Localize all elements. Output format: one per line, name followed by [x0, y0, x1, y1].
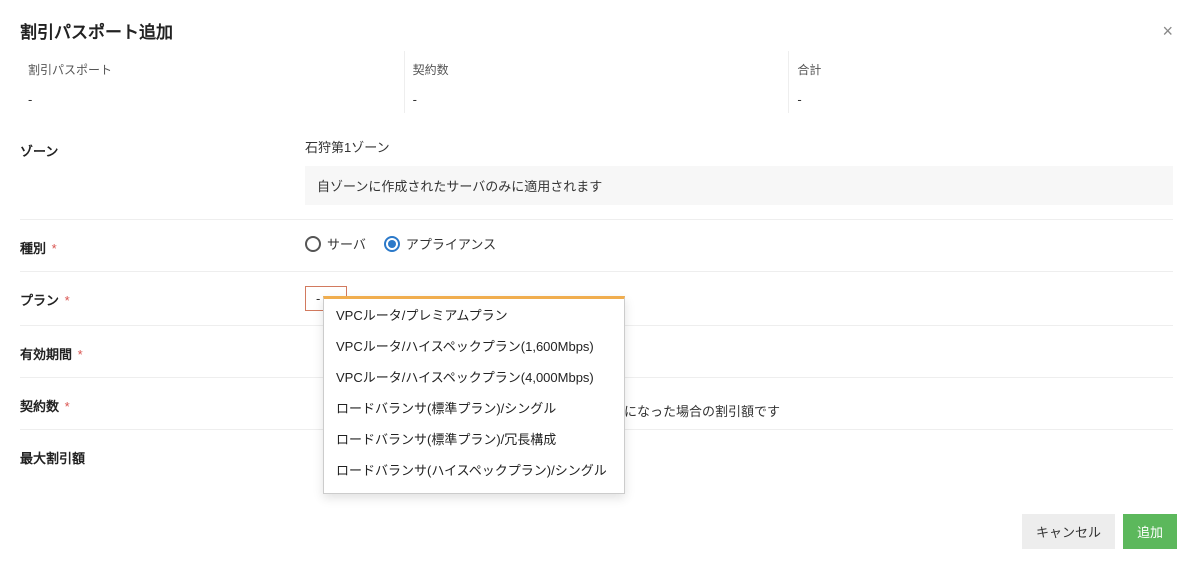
modal-header: 割引パスポート追加 ×: [0, 0, 1193, 51]
label-zone: ゾーン: [20, 137, 305, 160]
summary-col-total: 合計 -: [789, 51, 1173, 113]
plan-option[interactable]: VPCルータ/ハイスペックプラン(4,000Mbps): [324, 361, 624, 392]
plan-option[interactable]: VPCルータ/プレミアムプラン: [324, 299, 624, 330]
plan-option[interactable]: ロードバランサ(標準プラン)/冗長構成: [324, 423, 624, 454]
radio-group-kind: サーバ アプライアンス: [305, 234, 1173, 253]
plan-option[interactable]: ロードバランサ(ハイスペックプラン)/シングル: [324, 454, 624, 485]
plan-option[interactable]: ロードバランサ(標準プラン)/シングル: [324, 392, 624, 423]
zone-note: 自ゾーンに作成されたサーバのみに適用されます: [305, 166, 1173, 205]
plan-dropdown[interactable]: VPCルータ/プレミアムプラン VPCルータ/ハイスペックプラン(1,600Mb…: [323, 296, 625, 494]
label-text: 最大割引額: [20, 451, 85, 466]
radio-server[interactable]: サーバ: [305, 234, 366, 253]
summary-label: 割引パスポート: [28, 61, 404, 78]
submit-button[interactable]: 追加: [1123, 514, 1177, 549]
zone-value: 石狩第1ゾーン: [305, 137, 1173, 156]
field-kind: サーバ アプライアンス: [305, 234, 1173, 253]
radio-label: サーバ: [327, 234, 366, 253]
radio-circle-icon: [384, 236, 400, 252]
required-mark: *: [65, 293, 70, 308]
radio-appliance[interactable]: アプライアンス: [384, 234, 496, 253]
required-mark: *: [52, 241, 57, 256]
label-text: プラン: [20, 293, 59, 308]
cancel-button[interactable]: キャンセル: [1022, 514, 1115, 549]
required-mark: *: [78, 347, 83, 362]
max-discount-note: になった場合の割引額です: [624, 401, 1193, 420]
field-zone: 石狩第1ゾーン 自ゾーンに作成されたサーバのみに適用されます: [305, 137, 1173, 205]
label-text: 種別: [20, 241, 46, 256]
modal: 割引パスポート追加 × 割引パスポート - 契約数 - 合計 - ゾーン 石狩第…: [0, 0, 1193, 563]
plan-selected-value: -: [316, 291, 320, 306]
label-max-discount: 最大割引額: [20, 444, 305, 467]
label-text: 有効期間: [20, 347, 72, 362]
summary-value: -: [413, 92, 789, 107]
summary-row: 割引パスポート - 契約数 - 合計 -: [0, 51, 1193, 113]
label-contracts: 契約数 *: [20, 392, 305, 415]
plan-option[interactable]: VPCルータ/ハイスペックプラン(1,600Mbps): [324, 330, 624, 361]
row-kind: 種別 * サーバ アプライアンス: [20, 220, 1173, 272]
label-period: 有効期間 *: [20, 340, 305, 363]
close-icon[interactable]: ×: [1162, 22, 1173, 40]
radio-label: アプライアンス: [406, 234, 496, 253]
summary-value: -: [28, 92, 404, 107]
label-text: ゾーン: [20, 144, 58, 159]
label-text: 契約数: [20, 399, 59, 414]
modal-footer: キャンセル 追加: [1022, 514, 1177, 549]
summary-value: -: [797, 92, 1173, 107]
label-plan: プラン *: [20, 286, 305, 309]
summary-label: 契約数: [413, 61, 789, 78]
row-zone: ゾーン 石狩第1ゾーン 自ゾーンに作成されたサーバのみに適用されます: [20, 123, 1173, 220]
summary-label: 合計: [797, 61, 1173, 78]
required-mark: *: [65, 399, 70, 414]
radio-circle-icon: [305, 236, 321, 252]
summary-col-passport: 割引パスポート -: [20, 51, 405, 113]
plan-option[interactable]: ロードバランサ(ハイスペックプラン)/冗長構成: [324, 485, 624, 494]
summary-col-contracts: 契約数 -: [405, 51, 790, 113]
modal-title: 割引パスポート追加: [20, 18, 173, 43]
label-kind: 種別 *: [20, 234, 305, 257]
